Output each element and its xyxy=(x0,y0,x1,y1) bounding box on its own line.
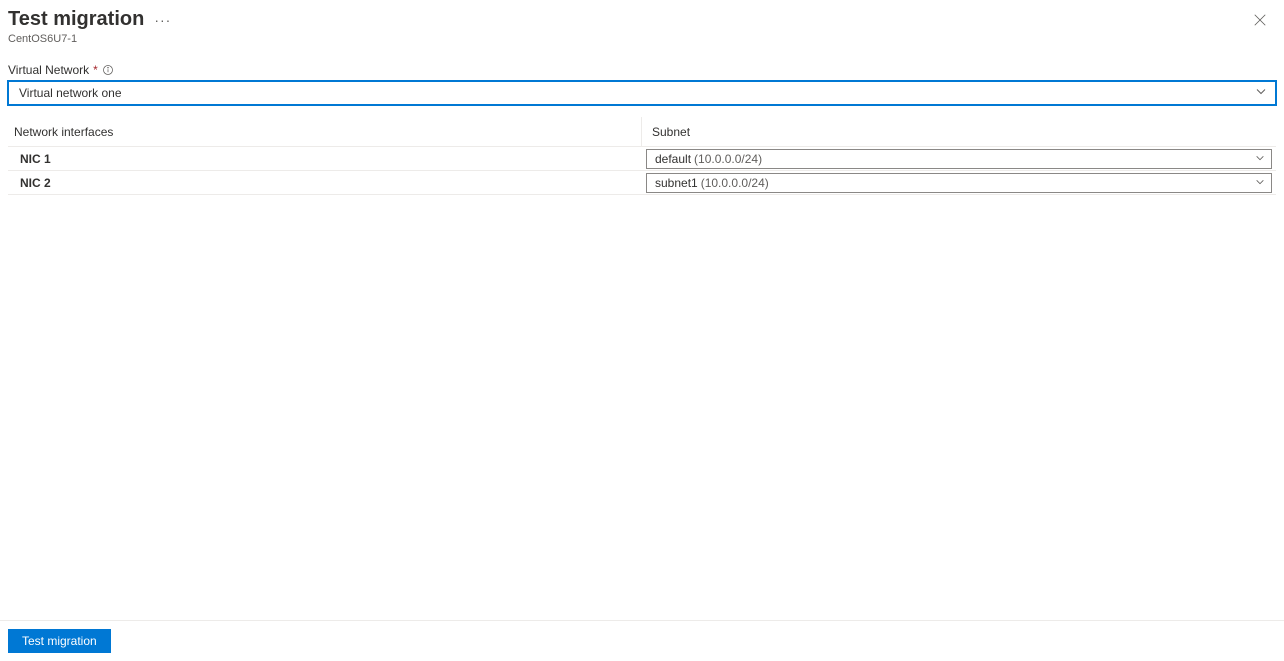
panel-header: Test migration ··· CentOS6U7-1 xyxy=(0,0,1284,45)
subnet-primary: subnet1 xyxy=(655,176,698,190)
more-icon[interactable]: ··· xyxy=(154,12,171,28)
virtual-network-label-row: Virtual Network * xyxy=(8,63,1276,77)
page-subtitle: CentOS6U7-1 xyxy=(8,33,1264,45)
nic-table: Network interfaces Subnet NIC 1 default … xyxy=(8,117,1276,195)
subnet-secondary: (10.0.0.0/24) xyxy=(701,176,769,190)
close-button[interactable] xyxy=(1250,10,1270,30)
subnet-cell: subnet1 (10.0.0.0/24) xyxy=(642,172,1276,194)
chevron-down-icon xyxy=(1255,152,1265,166)
chevron-down-icon xyxy=(1255,176,1265,190)
test-migration-button[interactable]: Test migration xyxy=(8,629,111,653)
table-row: NIC 2 subnet1 (10.0.0.0/24) xyxy=(8,171,1276,195)
nic-name: NIC 2 xyxy=(8,176,642,190)
subnet-secondary: (10.0.0.0/24) xyxy=(694,152,762,166)
page-title: Test migration xyxy=(8,8,144,31)
info-icon[interactable] xyxy=(102,64,114,76)
subnet-dropdown-nic1[interactable]: default (10.0.0.0/24) xyxy=(646,149,1272,169)
subnet-primary: default xyxy=(655,152,691,166)
table-row: NIC 1 default (10.0.0.0/24) xyxy=(8,147,1276,171)
subnet-dropdown-nic2[interactable]: subnet1 (10.0.0.0/24) xyxy=(646,173,1272,193)
column-header-subnet: Subnet xyxy=(642,117,1276,146)
footer-bar: Test migration xyxy=(0,620,1284,661)
subnet-cell: default (10.0.0.0/24) xyxy=(642,148,1276,170)
virtual-network-selected: Virtual network one xyxy=(19,86,122,100)
chevron-down-icon xyxy=(1255,86,1267,101)
virtual-network-dropdown[interactable]: Virtual network one xyxy=(8,81,1276,105)
close-icon xyxy=(1253,13,1267,27)
content-area: Virtual Network * Virtual network one Ne… xyxy=(0,45,1284,195)
nic-name: NIC 1 xyxy=(8,152,642,166)
table-header-row: Network interfaces Subnet xyxy=(8,117,1276,147)
title-row: Test migration ··· xyxy=(8,8,1264,31)
required-indicator: * xyxy=(93,63,98,77)
column-header-nic: Network interfaces xyxy=(8,117,642,146)
virtual-network-label: Virtual Network xyxy=(8,63,89,77)
